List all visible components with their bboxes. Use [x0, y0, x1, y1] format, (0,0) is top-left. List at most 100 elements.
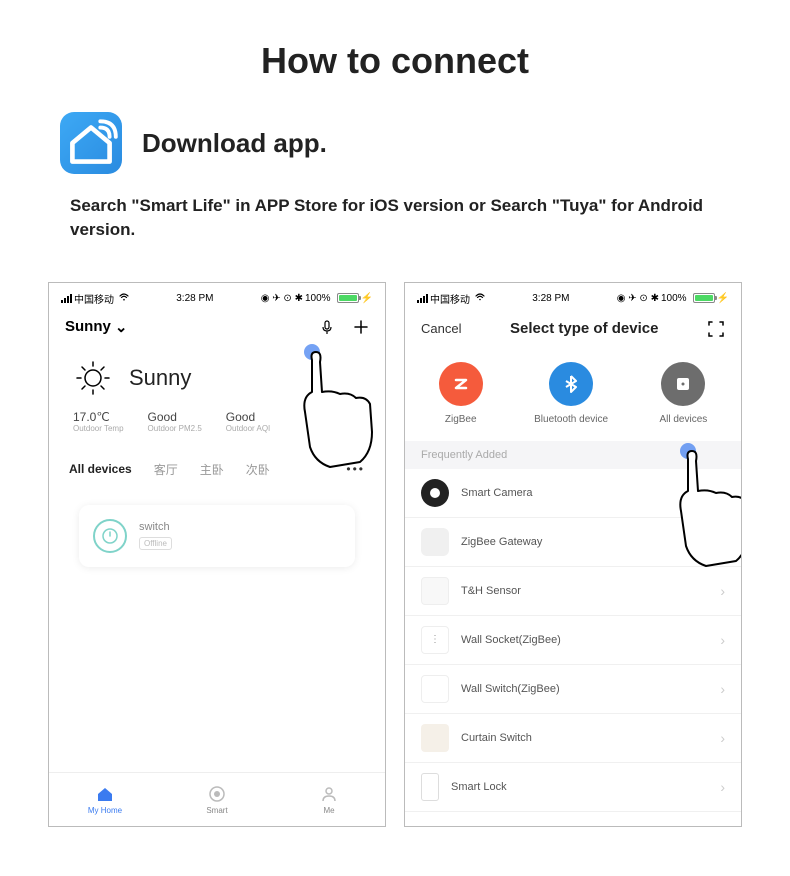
room-tabs: All devices 客厅 主卧 次卧 ••• [49, 451, 385, 487]
list-label: Smart Camera [461, 487, 725, 499]
chevron-right-icon: › [720, 779, 725, 795]
switch-icon [93, 519, 127, 553]
stat-label: Outdoor Temp [73, 424, 124, 433]
status-left: 中国移动 [61, 291, 129, 306]
home-icon [95, 784, 115, 804]
phone-screenshot-home: 中国移动 3:28 PM ◉ ✈ ⊙ ✱ 100% ⚡ Sunny ⌄ [48, 282, 386, 827]
location-dropdown[interactable]: Sunny ⌄ [65, 318, 127, 336]
chevron-right-icon: › [720, 632, 725, 648]
house-icon [60, 112, 122, 174]
status-right: ◉ ✈ ⊙ ✱ 100% ⚡ [261, 293, 373, 304]
curtain-icon [421, 724, 449, 752]
chevron-down-icon: ⌄ [115, 318, 128, 336]
tab-room-1[interactable]: 客厅 [154, 461, 178, 478]
nav-me[interactable]: Me [273, 773, 385, 826]
profile-icon [319, 784, 339, 804]
list-item-smart-lock[interactable]: Smart Lock › [405, 763, 741, 812]
charging-icon: ⚡ [361, 293, 373, 304]
list-item-th-sensor[interactable]: T&H Sensor › [405, 567, 741, 616]
stat-label: Outdoor AQI [226, 424, 270, 433]
add-device-button[interactable] [353, 319, 369, 335]
stat-aqi: Good Outdoor AQI [226, 410, 270, 433]
type-bluetooth[interactable]: Bluetooth device [534, 362, 608, 425]
carrier-label: 中国移动 [74, 291, 114, 306]
type-label: Bluetooth device [534, 414, 608, 425]
nav-smart[interactable]: Smart [161, 773, 273, 826]
device-type-row: ZigBee Bluetooth device All devices [405, 350, 741, 441]
stat-value: Good [148, 410, 202, 424]
all-devices-icon [661, 362, 705, 406]
download-row: Download app. [60, 112, 760, 174]
carrier-label: 中国移动 [430, 291, 470, 306]
stat-value: 17.0℃ [73, 410, 124, 424]
lock-icon [421, 773, 439, 801]
bottom-nav: My Home Smart Me [49, 772, 385, 826]
list-item-zigbee-gateway[interactable]: ZigBee Gateway › [405, 518, 741, 567]
page-title: How to connect [30, 40, 760, 82]
stat-label: Outdoor PM2.5 [148, 424, 202, 433]
signal-icon [417, 294, 428, 303]
type-label: ZigBee [445, 414, 477, 425]
phones-container: 中国移动 3:28 PM ◉ ✈ ⊙ ✱ 100% ⚡ Sunny ⌄ [30, 282, 760, 827]
battery-pct: 100% [305, 293, 331, 304]
type-all-devices[interactable]: All devices [659, 362, 707, 425]
status-time: 3:28 PM [532, 293, 569, 304]
gateway-icon [421, 528, 449, 556]
weather-condition: Sunny [129, 365, 191, 391]
status-icons: ◉ ✈ ⊙ ✱ [617, 293, 659, 304]
device-card-switch[interactable]: switch Offline [79, 505, 355, 567]
signal-icon [61, 294, 72, 303]
nav-arrow-icon: ◉ ✈ ⊙ ✱ [261, 293, 303, 304]
status-time: 3:28 PM [176, 293, 213, 304]
status-bar: 中国移动 3:28 PM ◉ ✈ ⊙ ✱ 100% ⚡ [49, 283, 385, 314]
header-title: Select type of device [510, 320, 658, 337]
location-label: Sunny [65, 318, 111, 335]
list-label: Wall Switch(ZigBee) [461, 683, 708, 695]
tab-room-3[interactable]: 次卧 [246, 461, 270, 478]
list-item-smart-camera[interactable]: Smart Camera [405, 469, 741, 518]
nav-label: Me [323, 806, 334, 815]
stat-pm25: Good Outdoor PM2.5 [148, 410, 202, 433]
list-label: ZigBee Gateway [461, 536, 708, 548]
list-label: Curtain Switch [461, 732, 708, 744]
status-bar: 中国移动 3:28 PM ◉ ✈ ⊙ ✱ 100% ⚡ [405, 283, 741, 314]
chevron-right-icon: › [720, 730, 725, 746]
socket-icon: ⋮ [421, 626, 449, 654]
chevron-right-icon: › [720, 534, 725, 550]
battery-icon [337, 293, 359, 303]
list-label: T&H Sensor [461, 585, 708, 597]
charging-icon: ⚡ [717, 293, 729, 304]
scan-icon[interactable] [707, 320, 725, 338]
zigbee-icon [439, 362, 483, 406]
list-item-wall-socket[interactable]: ⋮ Wall Socket(ZigBee) › [405, 616, 741, 665]
type-label: All devices [659, 414, 707, 425]
list-label: Smart Lock [451, 781, 708, 793]
page-root: How to connect Download app. Search "Sma… [0, 0, 790, 867]
list-item-curtain-switch[interactable]: Curtain Switch › [405, 714, 741, 763]
stat-value: Good [226, 410, 270, 424]
cancel-button[interactable]: Cancel [421, 321, 461, 336]
list-item-wall-switch[interactable]: Wall Switch(ZigBee) › [405, 665, 741, 714]
battery-icon [693, 293, 715, 303]
instruction-text: Search "Smart Life" in APP Store for iOS… [70, 194, 720, 242]
more-icon[interactable]: ••• [346, 462, 365, 476]
nav-label: Smart [206, 806, 227, 815]
sensor-icon [421, 577, 449, 605]
device-name: switch [139, 521, 172, 533]
nav-my-home[interactable]: My Home [49, 773, 161, 826]
status-left: 中国移动 [417, 291, 485, 306]
type-zigbee[interactable]: ZigBee [439, 362, 483, 425]
status-right: ◉ ✈ ⊙ ✱ 100% ⚡ [617, 293, 729, 304]
wifi-icon [119, 293, 129, 304]
home-header: Sunny ⌄ [49, 314, 385, 346]
phone-screenshot-select-device: 中国移动 3:28 PM ◉ ✈ ⊙ ✱ 100% ⚡ Cancel Selec… [404, 282, 742, 827]
smart-icon [207, 784, 227, 804]
microphone-icon[interactable] [319, 319, 335, 335]
select-device-header: Cancel Select type of device [405, 314, 741, 350]
wall-switch-icon [421, 675, 449, 703]
app-icon [60, 112, 122, 174]
tab-all-devices[interactable]: All devices [69, 462, 132, 476]
tab-room-2[interactable]: 主卧 [200, 461, 224, 478]
download-heading: Download app. [142, 128, 327, 159]
camera-icon [421, 479, 449, 507]
